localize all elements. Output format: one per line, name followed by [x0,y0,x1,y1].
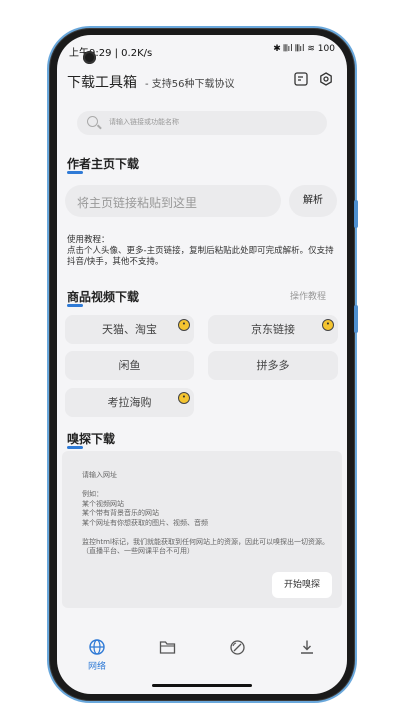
bottom-nav: 网络 [57,633,347,673]
parse-button[interactable]: 解析 [289,185,337,217]
app-screen: 上午9:29 | 0.2K/s ✱ 𝄃𝄃ıl 𝄃𝄃ıl ≋ 100 下载工具箱 … [57,35,347,694]
side-button [354,305,358,333]
chip-xianyu[interactable]: 闲鱼 [65,351,194,380]
chip-tmall-taobao[interactable]: 天猫、淘宝 • [65,315,194,344]
camera-hole [83,51,96,64]
homepage-url-placeholder: 将主页链接粘贴到这里 [77,196,198,210]
sniff-placeholder: 请输入网址 例如： 某个视频网站 某个带有背景音乐的网站 某个网址有你想获取的图… [82,471,329,555]
app-header: 下载工具箱 - 支持56种下载协议 [57,68,347,96]
nav-web-label: 网络 [87,662,106,672]
edit-icon[interactable] [292,72,310,90]
search-icon [87,116,98,127]
timer-badge-icon: • [178,392,190,404]
download-icon [293,639,321,659]
chip-kaola[interactable]: 考拉海购 • [65,388,194,417]
homepage-url-input[interactable]: 将主页链接粘贴到这里 [65,185,281,217]
side-button [354,200,358,228]
search-input[interactable]: 请输入链接或功能名称 [77,111,327,135]
section-author-heading: 作者主页下载 [67,155,139,174]
nav-sniff[interactable] [223,639,251,669]
tutorial-link[interactable]: 操作教程 [290,289,326,302]
search-placeholder: 请输入链接或功能名称 [109,118,179,126]
nav-downloads[interactable] [293,639,321,669]
settings-icon[interactable] [317,72,335,90]
home-indicator[interactable] [152,684,252,687]
nav-web[interactable]: 网络 [83,639,111,672]
status-icons: ✱ 𝄃𝄃ıl 𝄃𝄃ıl ≋ 100 [273,44,335,54]
status-bar: 上午9:29 | 0.2K/s ✱ 𝄃𝄃ıl 𝄃𝄃ıl ≋ 100 [57,35,347,63]
radar-icon [223,639,251,660]
globe-icon [83,639,111,659]
section-sniff-heading: 嗅探下载 [67,430,115,449]
timer-badge-icon: • [322,319,334,331]
timer-badge-icon: • [178,319,190,331]
folder-icon [153,639,181,659]
chip-jd[interactable]: 京东链接 • [208,315,338,344]
nav-files[interactable] [153,639,181,669]
author-tutorial: 使用教程： 点击个人头像、更多-主页链接，复制后粘贴此处即可完成解析。仅支持抖音… [67,235,334,267]
page-title: 下载工具箱 [67,75,137,91]
chip-pinduoduo[interactable]: 拼多多 [208,351,338,380]
start-sniff-button[interactable]: 开始嗅探 [272,572,332,598]
status-time: 上午9:29 | 0.2K/s [69,48,153,59]
sniff-url-input[interactable]: 请输入网址 例如： 某个视频网站 某个带有背景音乐的网站 某个网址有你想获取的图… [62,451,342,608]
section-goods-heading: 商品视频下载 [67,288,139,307]
page-subtitle: - 支持56种下载协议 [145,79,235,90]
